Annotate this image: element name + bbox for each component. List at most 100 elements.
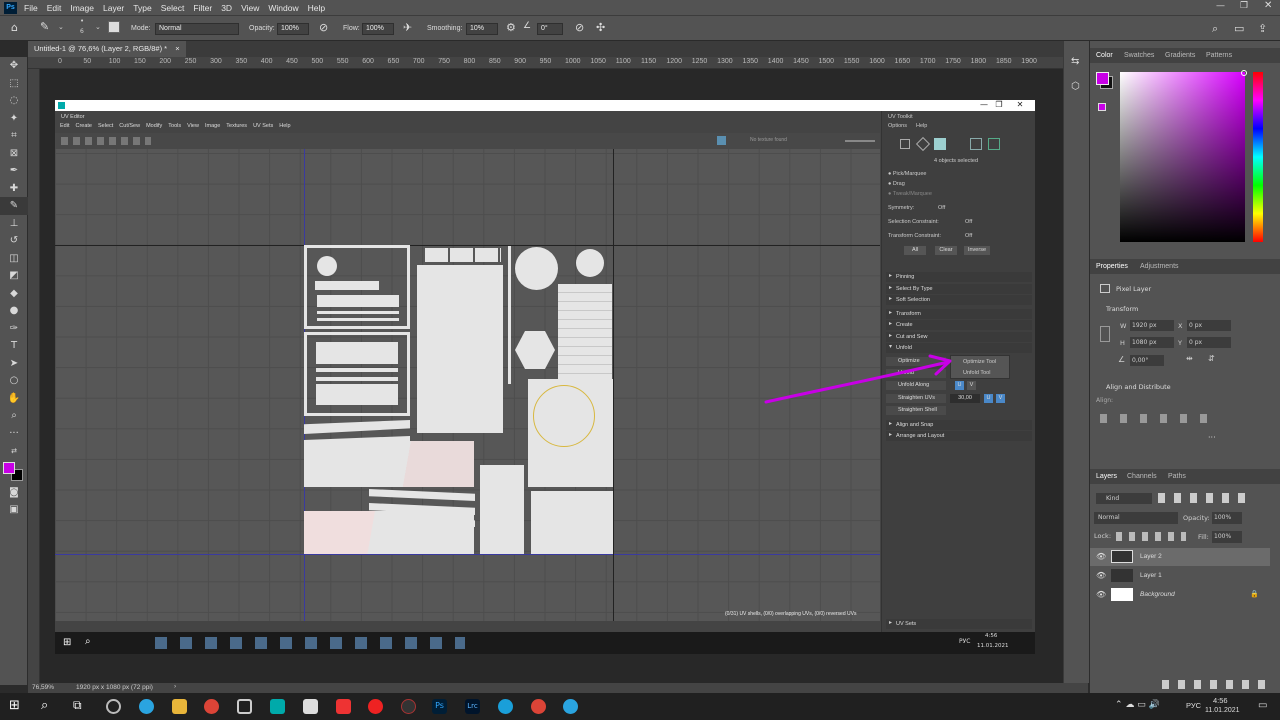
move-tool-icon[interactable]: ✥ [0, 57, 28, 75]
photoshop-icon[interactable]: Ps [432, 699, 447, 714]
chrome-icon[interactable] [204, 699, 219, 714]
lightroom-icon[interactable]: Lrc [465, 699, 480, 714]
gear-icon[interactable]: ⚙ [506, 21, 516, 34]
tab-color[interactable]: Color [1096, 52, 1113, 59]
home-icon[interactable]: ⌂ [11, 21, 18, 34]
y-input[interactable]: 0 px [1187, 337, 1231, 348]
tab-patterns[interactable]: Patterns [1206, 52, 1232, 59]
edge-icon[interactable] [498, 699, 513, 714]
clock-date[interactable]: 11.01.2021 [1205, 707, 1240, 714]
history-brush-icon[interactable]: ↺ [0, 232, 28, 250]
color-swatches[interactable] [0, 460, 28, 484]
pressure-opacity-icon[interactable]: ⊘ [319, 21, 328, 34]
color-field[interactable] [1120, 72, 1245, 242]
share-icon[interactable]: ⇪ [1258, 22, 1267, 35]
visibility-eye-icon[interactable]: 👁 [1096, 590, 1106, 599]
tab-close-icon[interactable]: × [175, 44, 179, 53]
hue-slider[interactable] [1253, 72, 1263, 242]
layer-opacity-input[interactable]: 100% [1212, 512, 1242, 524]
search-icon[interactable]: ⌕ [41, 698, 48, 713]
telegram-icon[interactable] [563, 699, 578, 714]
workspace-icon[interactable]: ▭ [1234, 22, 1244, 35]
chevron-down-icon[interactable]: ⌄ [58, 23, 64, 31]
task-view-icon[interactable]: ⧉ [73, 698, 82, 713]
quick-mask-icon[interactable]: ◙ [0, 484, 28, 502]
menu-window[interactable]: Window [268, 3, 298, 13]
eyedropper-tool-icon[interactable]: ✒ [0, 162, 28, 180]
menu-view[interactable]: View [241, 3, 259, 13]
layer-action-icons[interactable] [1162, 680, 1274, 689]
pressure-size-icon[interactable]: ⊘ [575, 21, 584, 34]
color-warning-swatch[interactable] [1098, 103, 1106, 111]
align-buttons[interactable] [1100, 414, 1220, 423]
blend-mode-select[interactable]: Normal [1094, 512, 1178, 524]
healing-tool-icon[interactable]: ✚ [0, 180, 28, 198]
symmetry-icon[interactable]: ✣ [596, 21, 605, 34]
notifications-icon[interactable]: ▭ [1258, 700, 1267, 711]
search-icon[interactable]: ⌕ [1212, 22, 1218, 36]
swap-colors-icon[interactable]: ⇄ [0, 442, 28, 460]
opacity-input[interactable]: 100% [277, 23, 309, 35]
shape-tool-icon[interactable]: ○ [0, 372, 28, 390]
app-icon[interactable] [336, 699, 351, 714]
app-icon[interactable] [303, 699, 318, 714]
close-icon[interactable]: ✕ [1264, 0, 1272, 11]
quick-select-tool-icon[interactable]: ✦ [0, 110, 28, 128]
minimize-icon[interactable]: — [1216, 1, 1225, 11]
w-input[interactable]: 1920 px [1130, 320, 1174, 331]
pen-tool-icon[interactable]: ✑ [0, 320, 28, 338]
app-icon[interactable] [401, 699, 416, 714]
brush-tool-icon[interactable]: ✎ [40, 20, 49, 33]
type-tool-icon[interactable]: T [0, 337, 28, 355]
menu-type[interactable]: Type [133, 3, 151, 13]
tab-paths[interactable]: Paths [1168, 473, 1186, 480]
stamp-tool-icon[interactable]: ⊥ [0, 215, 28, 233]
layer-row[interactable]: 👁 Layer 1 [1090, 567, 1270, 585]
tab-layers[interactable]: Layers [1096, 473, 1117, 480]
fg-color-chip[interactable] [1096, 72, 1109, 85]
h-input[interactable]: 1080 px [1130, 337, 1174, 348]
angle-input[interactable]: 0° [537, 23, 563, 35]
gradient-tool-icon[interactable]: ◩ [0, 267, 28, 285]
telegram-icon[interactable] [139, 699, 154, 714]
x-input[interactable]: 0 px [1187, 320, 1231, 331]
frame-tool-icon[interactable]: ⊠ [0, 145, 28, 163]
history-icon[interactable]: ⇆ [1071, 56, 1079, 67]
menu-select[interactable]: Select [161, 3, 185, 13]
start-icon[interactable]: ⊞ [9, 698, 20, 713]
app-icon[interactable] [368, 699, 383, 714]
document-tab[interactable]: Untitled-1 @ 76,6% (Layer 2, RGB/8#) * × [28, 41, 186, 57]
menu-filter[interactable]: Filter [193, 3, 212, 13]
visibility-eye-icon[interactable]: 👁 [1096, 571, 1106, 580]
layer-row[interactable]: 👁 Layer 2 [1090, 548, 1270, 566]
tab-adjustments[interactable]: Adjustments [1140, 263, 1179, 270]
crop-tool-icon[interactable]: ⌗ [0, 127, 28, 145]
flip-horizontal-icon[interactable]: ⇹ [1186, 354, 1193, 363]
menu-edit[interactable]: Edit [47, 3, 62, 13]
color-picker-cursor[interactable] [1241, 70, 1247, 76]
more-options-icon[interactable]: ··· [1208, 433, 1216, 442]
tab-swatches[interactable]: Swatches [1124, 52, 1154, 59]
hand-tool-icon[interactable]: ✋ [0, 390, 28, 408]
zoom-tool-icon[interactable]: ⌕ [0, 407, 28, 425]
menu-3d[interactable]: 3D [221, 3, 232, 13]
zoom-level[interactable]: 76,59% [32, 684, 54, 691]
maya-icon[interactable] [270, 699, 285, 714]
tray-icons[interactable]: ⌃ ☁ ▭ 🔊 [1115, 700, 1160, 710]
3d-icon[interactable]: ⬡ [1071, 81, 1080, 92]
visibility-eye-icon[interactable]: 👁 [1096, 552, 1106, 561]
chevron-down-icon[interactable]: ⌄ [95, 23, 101, 31]
tab-properties[interactable]: Properties [1096, 263, 1128, 270]
link-dimensions-icon[interactable] [1100, 326, 1110, 342]
brush-panel-icon[interactable] [108, 21, 120, 33]
flip-vertical-icon[interactable]: ⇵ [1208, 354, 1215, 363]
menu-layer[interactable]: Layer [103, 3, 124, 13]
angle-input[interactable]: 0,00° [1130, 355, 1164, 366]
more-tools-icon[interactable]: ··· [0, 425, 28, 443]
clock-time[interactable]: 4:56 [1213, 696, 1228, 705]
status-chevron-icon[interactable]: › [174, 683, 176, 690]
blur-tool-icon[interactable]: ◆ [0, 285, 28, 303]
path-select-tool-icon[interactable]: ➤ [0, 355, 28, 373]
airbrush-icon[interactable]: ✈ [403, 21, 412, 34]
brush-size-value[interactable]: 6 [80, 28, 84, 35]
